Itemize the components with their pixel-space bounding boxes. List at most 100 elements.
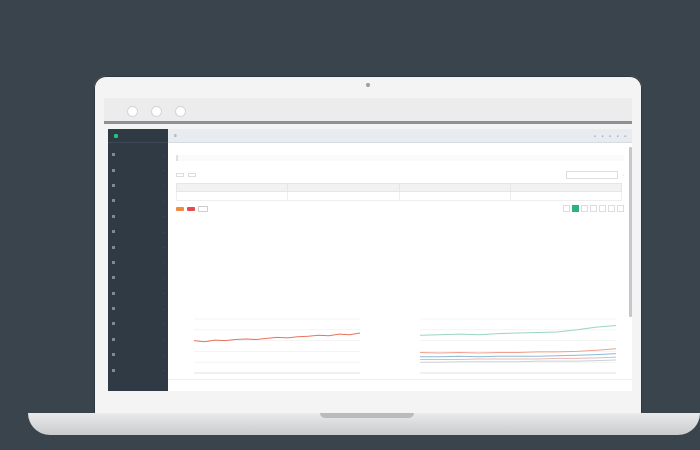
sidebar-item[interactable]: › [108,270,168,285]
pagination [563,205,624,212]
chevron-right-icon: › [163,229,164,234]
chevron-right-icon: › [163,183,164,188]
column-header[interactable] [398,183,511,192]
top-links [594,134,626,138]
chevron-right-icon: › [163,152,164,157]
nav-item-icon [112,368,115,372]
top-link[interactable] [624,134,626,138]
nav-item-icon [112,199,115,203]
nav-item-icon [112,307,115,311]
line-chart-right [419,318,617,374]
chevron-right-icon: › [163,214,164,219]
nav-item-icon [112,353,115,357]
chevron-right-icon: › [163,352,164,357]
table-cell [509,191,623,201]
camera-icon [366,83,370,87]
sidebar-item[interactable]: › [108,224,168,239]
nav-item-icon [112,168,115,172]
logo-icon [114,133,118,138]
plain-action-button[interactable] [198,205,208,212]
action-bar [176,205,624,212]
page-button[interactable] [599,205,606,212]
series-line [419,325,617,336]
page-button[interactable] [590,205,597,212]
chevron-right-icon: › [163,321,164,326]
top-link[interactable] [602,134,604,138]
nav-item-icon [112,245,115,249]
window-close-dot[interactable] [127,106,138,117]
sidebar-item[interactable]: › [108,301,168,316]
top-link[interactable] [609,134,611,138]
brand[interactable] [108,129,168,143]
series-line [419,348,617,354]
chevron-right-icon: › [163,275,164,280]
data-table [175,183,623,201]
page-button[interactable] [581,205,588,212]
page-button[interactable] [608,205,615,212]
toolbar-button-b[interactable] [188,173,196,177]
series-line [420,353,617,358]
page-button[interactable] [572,205,579,212]
chevron-right-icon: › [163,291,164,296]
page-button[interactable] [617,205,624,212]
sidebar-item[interactable]: › [108,332,168,347]
orange-action-button[interactable] [176,206,184,211]
column-header[interactable] [287,183,400,192]
chevron-right-icon: › [163,168,164,173]
nav-item-icon [112,183,115,187]
window-minimize-dot[interactable] [151,106,162,117]
red-action-button[interactable] [187,206,195,211]
table-row[interactable] [175,191,623,201]
menu-toggle-icon[interactable]: ≡ [174,133,177,139]
sidebar: › › › › › › › › › › › › › › › [108,129,168,391]
chevron-right-icon: › [163,245,164,250]
sidebar-item[interactable]: › [108,255,168,270]
search-input[interactable] [566,171,619,179]
sidebar-item[interactable]: › [108,239,168,254]
browser-toolbar [104,98,632,124]
search-icon[interactable]: ⌕ [622,173,624,177]
charts-area [176,313,622,383]
sidebar-item[interactable]: › [108,209,168,224]
nav-item-icon [112,337,115,341]
sidebar-item[interactable]: › [108,316,168,331]
top-bar: ≡ [168,129,632,143]
column-header[interactable] [509,183,623,192]
table-cell [398,191,511,201]
main-content: ⌕ [168,143,632,391]
notes-block [176,155,624,161]
nav-item-icon [112,214,115,218]
page-button[interactable] [563,205,570,212]
laptop-notch [320,413,414,418]
nav-item-icon [112,260,115,264]
sidebar-item[interactable]: › [108,362,168,377]
sidebar-item[interactable]: › [108,286,168,301]
nav-item-icon [112,322,115,326]
app-window: › › › › › › › › › › › › › › › ≡ ⌕ [108,129,632,391]
page-footer [168,379,632,391]
nav-item-icon [112,230,115,234]
series-line [420,359,617,363]
chevron-right-icon: › [163,198,164,203]
table-cell [287,191,400,201]
series-line [420,356,617,360]
top-link[interactable] [617,134,619,138]
scrollbar[interactable] [629,147,632,317]
sidebar-nav: › › › › › › › › › › › › › › › [108,143,168,378]
chevron-right-icon: › [163,368,164,373]
toolbar-button-a[interactable] [176,173,184,177]
nav-item-icon [112,291,115,295]
line-chart-left [193,318,361,374]
sidebar-item[interactable]: › [108,347,168,362]
sidebar-item[interactable]: › [108,162,168,177]
table-cell [175,191,289,201]
sidebar-item[interactable]: › [108,193,168,208]
sidebar-item[interactable]: › [108,178,168,193]
chevron-right-icon: › [163,337,164,342]
nav-item-icon [112,276,115,280]
chevron-right-icon: › [163,306,164,311]
column-header[interactable] [175,183,289,192]
top-link[interactable] [594,134,596,138]
window-zoom-dot[interactable] [175,106,186,117]
sidebar-item[interactable]: › [108,147,168,162]
